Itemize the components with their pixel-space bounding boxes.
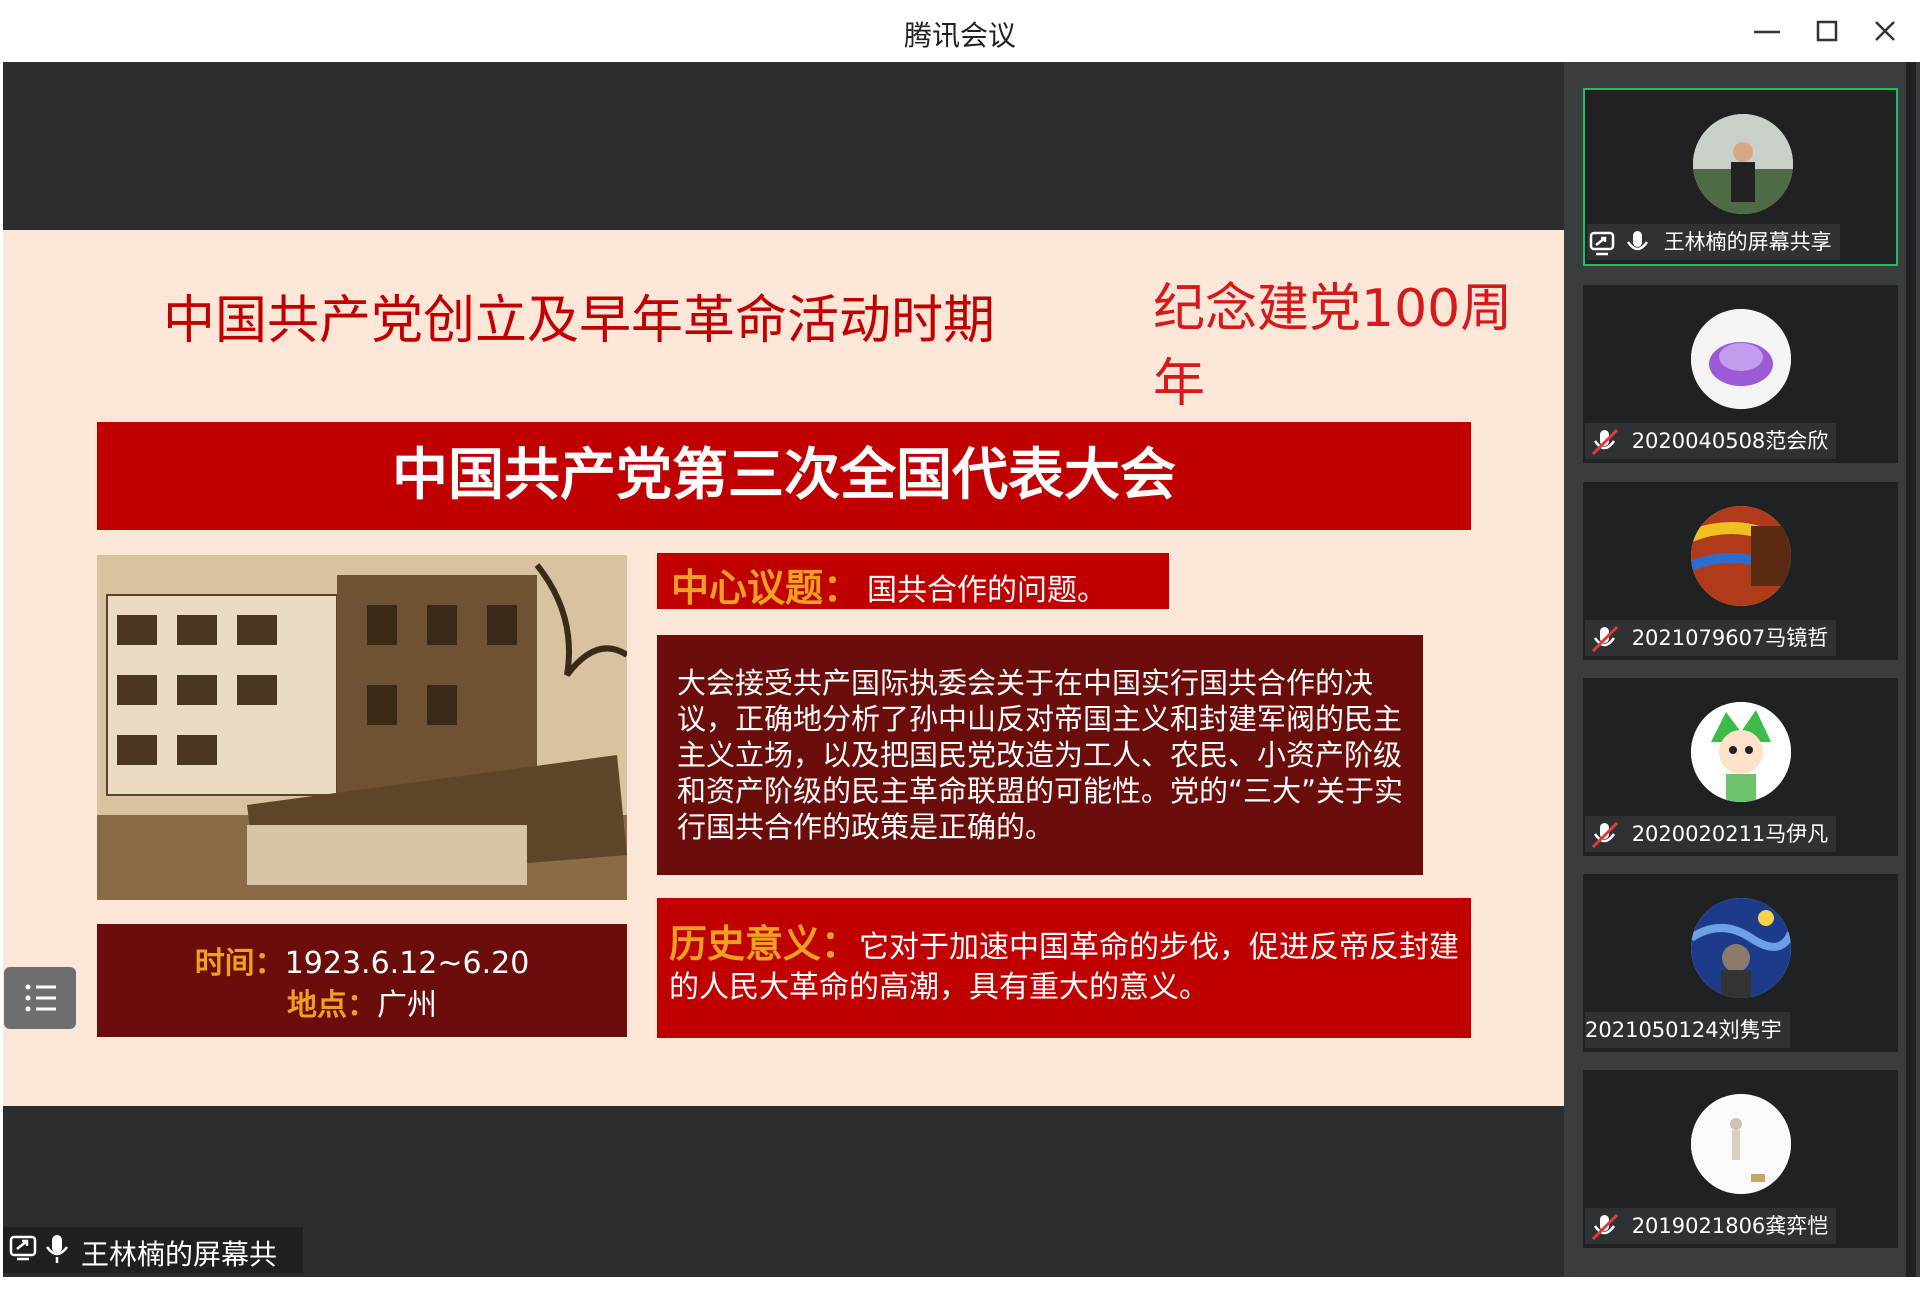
window-title: 腾讯会议	[903, 19, 1016, 52]
screen-share-icon	[9, 1235, 69, 1263]
place-row: 地点：广州	[97, 980, 627, 1024]
participant-name: 2020040508范会欣	[1631, 429, 1829, 453]
mic-muted-icon	[1591, 625, 1619, 653]
presentation-slide: 中国共产党创立及早年革命活动时期 纪念建党100周年 中国共产党第三次全国代表大…	[3, 230, 1564, 1106]
close-icon[interactable]	[1868, 14, 1902, 48]
participant-name: 2020020211马伊凡	[1631, 822, 1829, 846]
description-box: 大会接受共产国际执委会关于在中国实行国共合作的决议，正确地分析了孙中山反对帝国主…	[657, 635, 1423, 875]
participant-label: 2021050124刘隽宇	[1585, 1012, 1790, 1048]
participant-name: 2021050124刘隽宇	[1585, 1018, 1782, 1042]
participant-name: 王林楠的屏幕共享	[1663, 230, 1832, 254]
topic-value: 国共合作的问题。	[867, 573, 1107, 608]
time-row: 时间：1923.6.12~6.20	[97, 938, 627, 982]
sidebar-scrollbar[interactable]	[1906, 62, 1916, 1277]
list-menu-button[interactable]	[4, 967, 76, 1029]
topic-box: 中心议题： 国共合作的问题。	[657, 553, 1169, 610]
mic-muted-icon	[1591, 821, 1619, 849]
participant-tile[interactable]: 2020040508范会欣	[1583, 285, 1898, 463]
topic-label: 中心议题：	[671, 566, 862, 610]
avatar	[1691, 309, 1791, 409]
participant-name: 2019021806龚弈恺	[1631, 1214, 1829, 1238]
historic-building-photo	[97, 555, 627, 900]
slide-centenary-title: 纪念建党100周年	[1153, 279, 1513, 414]
slide-banner: 中国共产党第三次全国代表大会	[97, 422, 1471, 530]
significance-box: 历史意义：它对于加速中国革命的步伐，促进反帝反封建的人民大革命的高潮，具有重大的…	[657, 898, 1471, 1038]
participant-label: 王林楠的屏幕共享	[1587, 224, 1840, 260]
significance-label: 历史意义：	[669, 922, 860, 966]
significance-paragraph: 历史意义：它对于加速中国革命的步伐，促进反帝反封建的人民大革命的高潮，具有重大的…	[669, 924, 1459, 1008]
participant-label: 2020020211马伊凡	[1585, 816, 1837, 852]
place-value: 广州	[377, 988, 437, 1023]
title-bar: 腾讯会议	[0, 0, 1920, 62]
mic-muted-icon	[1591, 1213, 1619, 1241]
time-place-box: 时间：1923.6.12~6.20 地点：广州	[97, 924, 627, 1037]
participant-tile[interactable]: 王林楠的屏幕共享	[1583, 88, 1898, 266]
participant-name: 2021079607马镜哲	[1631, 626, 1829, 650]
time-label: 时间：	[194, 946, 285, 981]
avatar	[1691, 898, 1791, 998]
participant-label: 2019021806龚弈恺	[1585, 1208, 1837, 1244]
maximize-icon[interactable]	[1810, 14, 1844, 48]
avatar	[1691, 506, 1791, 606]
place-label: 地点：	[287, 988, 377, 1023]
time-value: 1923.6.12~6.20	[284, 946, 530, 981]
screen-share-icon	[1589, 231, 1649, 256]
mic-muted-icon	[1591, 428, 1619, 456]
slide-period-title: 中国共产党创立及早年革命活动时期	[163, 291, 996, 351]
participant-label: 2021079607马镜哲	[1585, 620, 1837, 656]
participant-tile[interactable]: 2021050124刘隽宇	[1583, 874, 1898, 1052]
participant-label: 2020040508范会欣	[1585, 423, 1837, 459]
participant-tile[interactable]: 2020020211马伊凡	[1583, 678, 1898, 856]
participant-tile[interactable]: 2021079607马镜哲	[1583, 482, 1898, 660]
building-illustration	[97, 555, 627, 900]
screen-share-badge: 王林楠的屏幕共享	[3, 1227, 303, 1311]
minimize-icon[interactable]	[1750, 14, 1784, 48]
screen-share-label: 王林楠的屏幕共享	[81, 1238, 278, 1311]
avatar	[1693, 114, 1793, 214]
participant-tile[interactable]: 2019021806龚弈恺	[1583, 1070, 1898, 1248]
avatar	[1691, 702, 1791, 802]
avatar	[1691, 1094, 1791, 1194]
description-text: 大会接受共产国际执委会关于在中国实行国共合作的决议，正确地分析了孙中山反对帝国主…	[677, 666, 1404, 844]
list-icon	[25, 984, 56, 1012]
